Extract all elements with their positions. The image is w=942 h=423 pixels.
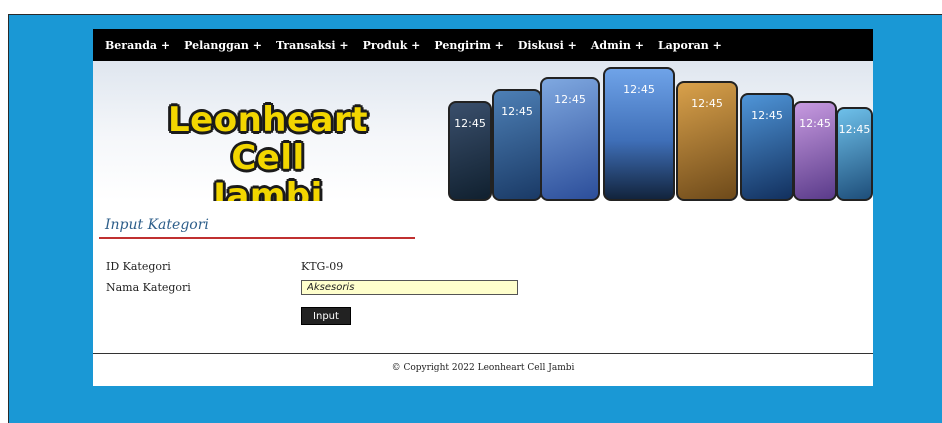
- nav-item-produk[interactable]: Produk +: [363, 39, 421, 52]
- phone-clock: 12:45: [799, 117, 831, 130]
- page-title: Input Kategori: [105, 217, 209, 233]
- phone-clock: 12:45: [751, 109, 783, 122]
- logo-line-1: Leonheart Cell: [167, 100, 369, 178]
- footer-copyright: © Copyright 2022 Leonheart Cell Jambi: [391, 363, 575, 373]
- phone-clock: 12:45: [623, 83, 655, 96]
- top-navigation: Beranda + Pelanggan + Transaksi + Produk…: [93, 29, 873, 61]
- nav-item-diskusi[interactable]: Diskusi +: [518, 39, 577, 52]
- nav-item-transaksi[interactable]: Transaksi +: [276, 39, 349, 52]
- site-logo-text: Leonheart Cell Jambi: [133, 101, 403, 201]
- phones-illustration: 12:45 12:45 12:45 12:45 12:45 12:45 12:4…: [448, 61, 873, 201]
- phone-image: 12:45: [740, 93, 794, 201]
- phone-image: 12:45: [793, 101, 837, 201]
- phone-image: 12:45: [492, 89, 542, 201]
- phone-clock: 12:45: [554, 93, 586, 106]
- nav-item-beranda[interactable]: Beranda +: [105, 39, 170, 52]
- header-banner: Leonheart Cell Jambi 12:45 12:45 12:45 1…: [93, 61, 873, 201]
- nama-kategori-label: Nama Kategori: [106, 281, 191, 294]
- phone-clock: 12:45: [691, 97, 723, 110]
- nav-item-admin[interactable]: Admin +: [591, 39, 644, 52]
- nav-item-laporan[interactable]: Laporan +: [658, 39, 722, 52]
- phone-clock: 12:45: [501, 105, 533, 118]
- nama-kategori-input[interactable]: [301, 280, 518, 295]
- input-submit-button[interactable]: Input: [301, 307, 351, 325]
- nav-item-pelanggan[interactable]: Pelanggan +: [184, 39, 262, 52]
- phone-image: 12:45: [540, 77, 600, 201]
- phone-image: 12:45: [676, 81, 738, 201]
- phone-image: 12:45: [448, 101, 492, 201]
- title-underline: [99, 237, 415, 239]
- nav-item-pengirim[interactable]: Pengirim +: [434, 39, 504, 52]
- logo-line-2: Jambi: [213, 176, 323, 201]
- phone-clock: 12:45: [838, 123, 871, 136]
- id-kategori-value: KTG-09: [301, 260, 344, 273]
- page-container: Beranda + Pelanggan + Transaksi + Produk…: [93, 29, 873, 386]
- id-kategori-label: ID Kategori: [106, 260, 171, 273]
- phone-image: 12:45: [603, 67, 675, 201]
- phone-clock: 12:45: [454, 117, 486, 130]
- footer-divider: [93, 353, 873, 354]
- phone-image: 12:45: [836, 107, 873, 201]
